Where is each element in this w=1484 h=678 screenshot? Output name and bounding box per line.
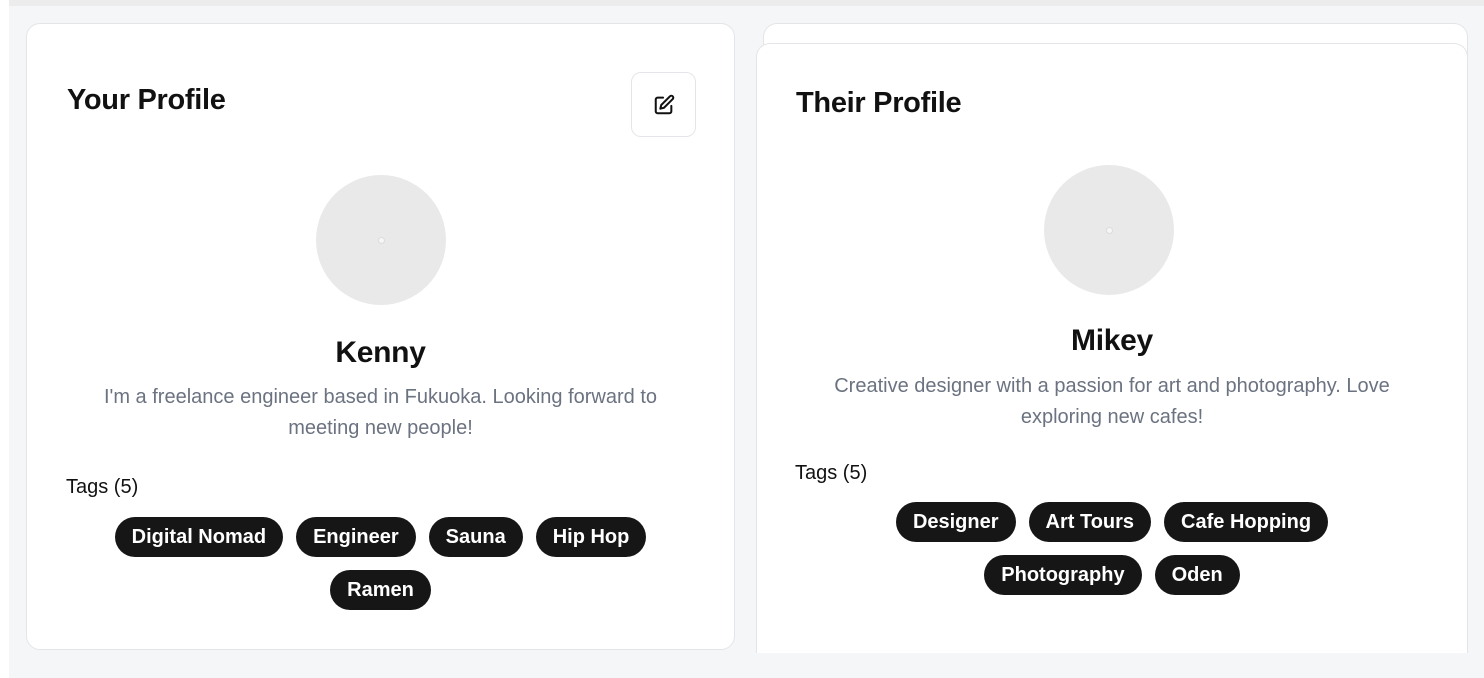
their-profile-title: Their Profile (796, 87, 962, 119)
tag[interactable]: Engineer (296, 517, 416, 557)
your-profile-title: Your Profile (67, 84, 226, 116)
your-bio: I'm a freelance engineer based in Fukuok… (103, 386, 658, 439)
their-tags-label: Tags (5) (795, 462, 868, 484)
tag[interactable]: Ramen (330, 570, 431, 610)
your-name: Kenny (335, 336, 426, 369)
tag[interactable]: Digital Nomad (114, 517, 284, 557)
your-tags-label: Tags (5) (66, 476, 139, 498)
tag[interactable]: Sauna (428, 517, 523, 557)
window-top-edge (0, 0, 1484, 6)
window-left-edge (0, 0, 9, 678)
tag[interactable]: Designer (895, 502, 1016, 542)
your-profile-card: Your Profile Kenny I'm a freelance engin… (26, 23, 735, 650)
tag[interactable]: Photography (984, 555, 1142, 595)
your-avatar (316, 175, 446, 305)
their-name: Mikey (1071, 324, 1153, 357)
their-tag-list: Designer Art Tours Cafe Hopping Photogra… (757, 502, 1467, 595)
tag[interactable]: Hip Hop (535, 517, 647, 557)
tag[interactable]: Cafe Hopping (1164, 502, 1329, 542)
their-bio: Creative designer with a passion for art… (834, 375, 1390, 428)
tag[interactable]: Oden (1154, 555, 1240, 595)
edit-profile-button[interactable] (631, 72, 696, 137)
your-tag-list: Digital Nomad Engineer Sauna Hip Hop Ram… (27, 517, 734, 610)
their-avatar (1044, 165, 1174, 295)
tag[interactable]: Art Tours (1028, 502, 1152, 542)
their-profile-card: Their Profile Mikey Creative designer wi… (756, 43, 1468, 653)
edit-icon (654, 94, 674, 114)
